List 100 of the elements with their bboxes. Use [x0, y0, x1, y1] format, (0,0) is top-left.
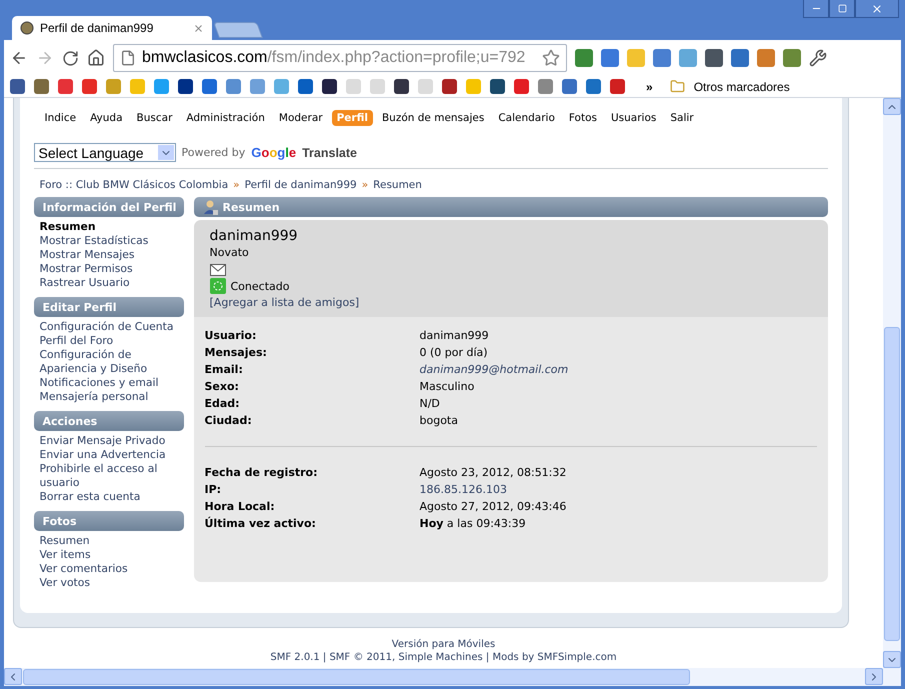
- sidebar-link[interactable]: Enviar una Advertencia: [40, 448, 184, 462]
- menu-tab[interactable]: Indice: [40, 110, 82, 126]
- menu-tab[interactable]: Buscar: [132, 110, 178, 126]
- maximize-icon: [838, 4, 846, 13]
- sidebar-link[interactable]: Enviar Mensaje Privado: [40, 434, 184, 448]
- separator-icon: »: [362, 179, 368, 191]
- extension-icon[interactable]: [783, 49, 801, 67]
- new-tab-button[interactable]: [213, 22, 263, 38]
- menu-tab[interactable]: Fotos: [564, 110, 602, 126]
- field-label: Hora Local:: [204, 499, 276, 515]
- wrench-icon[interactable]: [809, 49, 827, 67]
- field-label: Email:: [204, 362, 244, 378]
- field-label: Usuario:: [204, 328, 258, 344]
- reload-icon[interactable]: [62, 50, 79, 66]
- sidebar-link[interactable]: Mensajería personal: [40, 390, 184, 404]
- sidebar-heading: Información del Perfil: [34, 197, 184, 217]
- home-icon[interactable]: [87, 49, 105, 67]
- envelope-icon[interactable]: [210, 264, 226, 276]
- menu-tab[interactable]: Moderar: [274, 110, 328, 126]
- field-value: Agosto 23, 2012, 08:51:32: [420, 465, 566, 481]
- field-value: Masculino: [420, 379, 474, 395]
- powered-by-text: Powered by: [182, 146, 246, 159]
- folder-icon: [670, 79, 685, 94]
- horizontal-scrollbar[interactable]: [4, 668, 901, 686]
- bookmark-icon[interactable]: [442, 79, 457, 94]
- back-icon[interactable]: [10, 49, 28, 67]
- bookmark-icon[interactable]: [298, 79, 313, 94]
- user-rank: Novato: [210, 246, 250, 259]
- sidebar-link[interactable]: Resumen: [40, 534, 184, 548]
- menu-tab[interactable]: Buzón de mensajes: [376, 110, 490, 126]
- sidebar-link[interactable]: Resumen: [40, 220, 184, 234]
- field-label: IP:: [204, 482, 222, 498]
- menu-tab[interactable]: Salir: [665, 110, 699, 126]
- extension-icon[interactable]: [757, 49, 775, 67]
- breadcrumb-link[interactable]: Resumen: [373, 179, 422, 191]
- other-bookmarks-button[interactable]: Otros marcadores: [694, 80, 790, 94]
- menu-tab[interactable]: Usuarios: [606, 110, 662, 126]
- sidebar-heading: Fotos: [34, 511, 184, 531]
- vertical-scrollbar[interactable]: [883, 98, 901, 668]
- favicon-icon: [20, 21, 34, 35]
- close-icon[interactable]: [193, 22, 204, 34]
- field-value[interactable]: 186.85.126.103: [420, 481, 507, 498]
- sidebar-link[interactable]: Perfil del Foro: [40, 334, 184, 348]
- bookmark-icon[interactable]: [490, 79, 505, 94]
- close-icon: [871, 2, 883, 14]
- section-heading: Resumen: [194, 197, 828, 217]
- sidebar-link[interactable]: Ver votos: [40, 576, 184, 590]
- extension-icon[interactable]: [705, 49, 723, 67]
- field-label: Mensajes:: [204, 345, 268, 361]
- sidebar-link[interactable]: Prohibirle el acceso al usuario: [40, 462, 184, 490]
- field-label: Fecha de registro:: [204, 465, 319, 481]
- menu-tab[interactable]: Ayuda: [85, 110, 128, 126]
- sidebar-link[interactable]: Ver items: [40, 548, 184, 562]
- close-button[interactable]: [855, 0, 899, 18]
- username: daniman999: [210, 228, 299, 244]
- field-value: bogota: [420, 413, 458, 429]
- field-label: Edad:: [204, 396, 241, 412]
- field-value[interactable]: daniman999@hotmail.com: [420, 361, 568, 378]
- sidebar-link[interactable]: Notificaciones y email: [40, 376, 184, 390]
- sidebar-link[interactable]: Ver comentarios: [40, 562, 184, 576]
- add-buddy-link[interactable]: [Agregar a lista de amigos]: [210, 296, 812, 309]
- field-value: Agosto 27, 2012, 09:43:46: [420, 499, 566, 515]
- sidebar-link[interactable]: Mostrar Estadísticas: [40, 234, 184, 248]
- sidebar-link[interactable]: Configuración de Cuenta: [40, 320, 184, 334]
- extension-icon[interactable]: [575, 49, 593, 67]
- menu-tab[interactable]: Calendario: [493, 110, 560, 126]
- bookmark-icon[interactable]: [322, 79, 337, 94]
- sidebar-heading: Acciones: [34, 411, 184, 431]
- field-value: daniman999: [420, 328, 489, 344]
- field-label: Sexo:: [204, 379, 240, 395]
- extension-icon[interactable]: [601, 49, 619, 67]
- breadcrumb-link[interactable]: Foro :: Club BMW Clásicos Colombia: [40, 179, 228, 191]
- bookmark-icon[interactable]: [394, 79, 409, 94]
- forward-icon[interactable]: [36, 49, 54, 67]
- status-text: Conectado: [230, 280, 290, 292]
- language-select[interactable]: Select Language: [34, 143, 176, 162]
- maximize-button[interactable]: [829, 0, 855, 18]
- sidebar-link[interactable]: Borrar esta cuenta: [40, 490, 184, 504]
- field-value: 0 (0 por día): [420, 345, 488, 361]
- translate-text: Translate: [302, 146, 357, 160]
- extension-icon[interactable]: [653, 49, 671, 67]
- more-bookmarks-button[interactable]: »: [646, 80, 653, 94]
- bookmark-icon[interactable]: [178, 79, 193, 94]
- field-label: Última vez activo:: [204, 516, 317, 532]
- extension-icon[interactable]: [731, 49, 749, 67]
- address-bar[interactable]: bmwclasicos.com/fsm/index.php?action=profile;u=792: [113, 44, 567, 72]
- sidebar-link[interactable]: Mostrar Permisos: [40, 262, 184, 276]
- field-label: Ciudad:: [204, 413, 253, 429]
- breadcrumb-link[interactable]: Perfil de daniman999: [244, 179, 357, 191]
- user-icon: [204, 200, 218, 214]
- browser-tab[interactable]: Perfil de daniman999: [12, 16, 212, 40]
- extension-icon[interactable]: [679, 49, 697, 67]
- menu-tab[interactable]: Administración: [181, 110, 270, 126]
- sidebar-link[interactable]: Mostrar Mensajes: [40, 248, 184, 262]
- sidebar-link[interactable]: Configuración de Apariencia y Diseño: [40, 348, 184, 376]
- copyright-text: SMF 2.0.1 | SMF © 2011, Simple Machines | Mods by SMFSimple.com: [270, 651, 617, 664]
- sidebar-link[interactable]: Rastrear Usuario: [40, 276, 184, 290]
- bookmark-icon[interactable]: [10, 79, 25, 94]
- mobile-version-link[interactable]: Versión para Móviles: [392, 638, 496, 651]
- field-value: N/D: [420, 396, 440, 412]
